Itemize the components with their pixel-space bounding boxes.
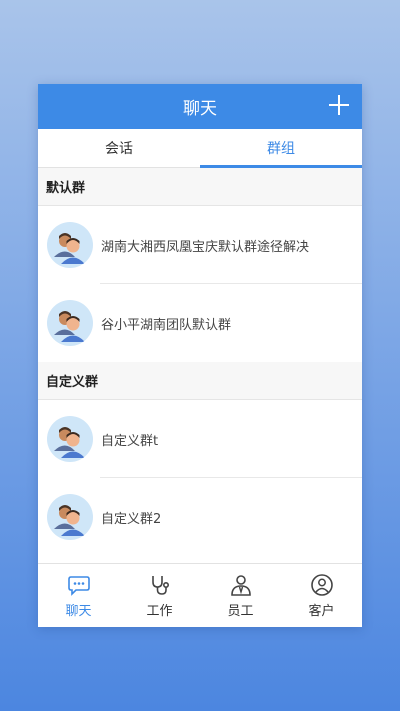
tab-bar: 会话 群组 xyxy=(38,129,362,168)
group-list-item[interactable]: 湖南大湘西凤凰宝庆默认群途径解决 xyxy=(38,206,362,284)
customer-icon xyxy=(310,573,333,596)
section-title: 默认群 xyxy=(46,181,86,196)
add-icon[interactable] xyxy=(324,90,354,120)
tab-conversations[interactable]: 会话 xyxy=(38,129,200,167)
app-window: 聊天 会话 群组 默认群 湖南大湘西凤凰宝庆默认群途径解决 谷小平湖南团队默认群… xyxy=(38,84,362,627)
group-list-item[interactable]: 谷小平湖南团队默认群 xyxy=(38,284,362,362)
group-avatar-icon xyxy=(47,494,93,540)
nav-label: 客户 xyxy=(308,603,335,619)
section-header-custom-groups: 自定义群 xyxy=(38,362,362,400)
tab-groups[interactable]: 群组 xyxy=(200,129,362,168)
tab-label: 会话 xyxy=(105,141,133,157)
group-name: 谷小平湖南团队默认群 xyxy=(101,317,232,333)
page-title: 聊天 xyxy=(183,99,217,119)
nav-item-employee[interactable]: 员工 xyxy=(200,564,281,627)
nav-item-customer[interactable]: 客户 xyxy=(281,564,362,627)
nav-item-work[interactable]: 工作 xyxy=(119,564,200,627)
active-tab-indicator xyxy=(200,165,362,168)
nav-label: 工作 xyxy=(146,603,173,619)
bottom-nav: 聊天 工作 员工 客户 xyxy=(38,563,362,627)
employee-icon xyxy=(230,574,251,596)
group-name: 自定义群2 xyxy=(101,511,162,527)
nav-item-chat[interactable]: 聊天 xyxy=(38,564,119,627)
title-bar: 聊天 xyxy=(38,84,362,129)
tab-label: 群组 xyxy=(267,141,295,157)
group-name: 湖南大湘西凤凰宝庆默认群途径解决 xyxy=(101,239,310,255)
stethoscope-icon xyxy=(151,575,169,595)
nav-label: 员工 xyxy=(227,603,254,619)
group-avatar-icon xyxy=(47,300,93,346)
section-title: 自定义群 xyxy=(46,375,99,390)
group-avatar-icon xyxy=(47,222,93,268)
group-list-item[interactable]: 自定义群2 xyxy=(38,478,362,556)
group-name: 自定义群t xyxy=(101,433,159,449)
chat-bubble-icon xyxy=(67,575,90,596)
nav-label: 聊天 xyxy=(65,603,92,619)
group-avatar-icon xyxy=(47,416,93,462)
section-header-default-groups: 默认群 xyxy=(38,168,362,206)
group-list-item[interactable]: 自定义群t xyxy=(38,400,362,478)
